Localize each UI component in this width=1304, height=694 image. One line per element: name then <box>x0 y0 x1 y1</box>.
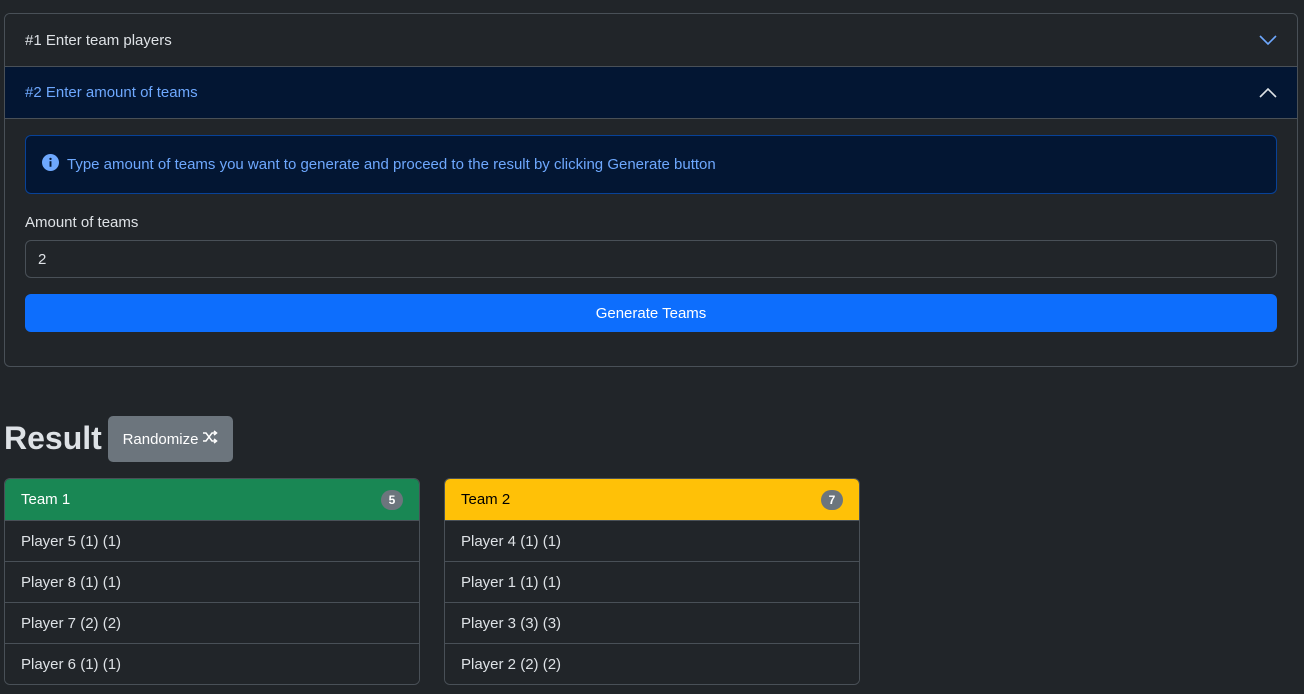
randomize-label: Randomize <box>122 430 199 448</box>
player-item: Player 8 (1) (1) <box>5 561 419 602</box>
chevron-up-icon <box>1259 87 1277 99</box>
team-name: Team 1 <box>21 491 71 508</box>
accordion-step1-header[interactable]: #1 Enter team players <box>5 14 1297 67</box>
team-name: Team 2 <box>461 491 511 508</box>
info-text: Type amount of teams you want to generat… <box>67 156 716 173</box>
team-header: Team 2 7 <box>445 479 859 520</box>
setup-accordion: #1 Enter team players #2 Enter amount of… <box>4 13 1298 367</box>
step2-label: #2 Enter amount of teams <box>25 84 198 101</box>
team-count-badge: 7 <box>821 489 843 510</box>
shuffle-icon <box>202 430 219 448</box>
player-item: Player 2 (2) (2) <box>445 643 859 684</box>
team-header: Team 1 5 <box>5 479 419 520</box>
info-alert: Type amount of teams you want to generat… <box>25 135 1277 194</box>
team-count-badge: 5 <box>381 489 403 510</box>
player-item: Player 1 (1) (1) <box>445 561 859 602</box>
player-item: Player 7 (2) (2) <box>5 602 419 643</box>
amount-input[interactable]: 2 <box>25 240 1277 278</box>
player-item: Player 4 (1) (1) <box>445 520 859 561</box>
accordion-step2-header[interactable]: #2 Enter amount of teams <box>5 67 1297 119</box>
team-card: Team 1 5 Player 5 (1) (1) Player 8 (1) (… <box>4 478 420 685</box>
team-card: Team 2 7 Player 4 (1) (1) Player 1 (1) (… <box>444 478 860 685</box>
chevron-down-icon <box>1259 34 1277 46</box>
player-item: Player 5 (1) (1) <box>5 520 419 561</box>
accordion-step2-body: Type amount of teams you want to generat… <box>5 119 1297 348</box>
step1-label: #1 Enter team players <box>25 31 172 49</box>
player-item: Player 3 (3) (3) <box>445 602 859 643</box>
player-item: Player 6 (1) (1) <box>5 643 419 684</box>
result-title: Result <box>4 420 102 456</box>
info-icon <box>42 154 59 175</box>
generate-teams-button[interactable]: Generate Teams <box>25 294 1277 332</box>
randomize-button[interactable]: Randomize <box>108 416 233 462</box>
amount-label: Amount of teams <box>25 214 139 231</box>
